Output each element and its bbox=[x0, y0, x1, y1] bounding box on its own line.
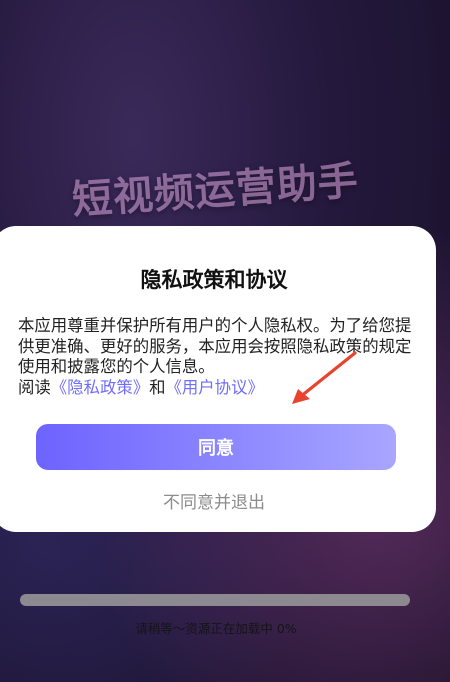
read-prefix: 阅读 bbox=[18, 377, 51, 397]
privacy-policy-link[interactable]: 《隐私政策》 bbox=[51, 378, 149, 397]
loading-status-text: 请稍等～资源正在加载中 0% bbox=[135, 621, 297, 636]
privacy-dialog: 隐私政策和协议 本应用尊重并保护所有用户的个人隐私权。为了给您提供更准确、更好的… bbox=[0, 226, 436, 532]
disagree-exit-button[interactable]: 不同意并退出 bbox=[0, 488, 436, 513]
loading-progress-bar bbox=[20, 594, 410, 606]
dialog-body-text: 本应用尊重并保护所有用户的个人隐私权。为了给您提供更准确、更好的服务，本应用会按… bbox=[18, 316, 412, 376]
user-agreement-link[interactable]: 《用户协议》 bbox=[166, 378, 264, 397]
conjunction-text: 和 bbox=[149, 377, 166, 397]
agree-button[interactable]: 同意 bbox=[36, 424, 396, 470]
dialog-body: 本应用尊重并保护所有用户的个人隐私权。为了给您提供更准确、更好的服务，本应用会按… bbox=[18, 316, 422, 398]
dialog-title: 隐私政策和协议 bbox=[140, 268, 288, 292]
background-app-title: 短视频运营助手 bbox=[70, 157, 361, 224]
